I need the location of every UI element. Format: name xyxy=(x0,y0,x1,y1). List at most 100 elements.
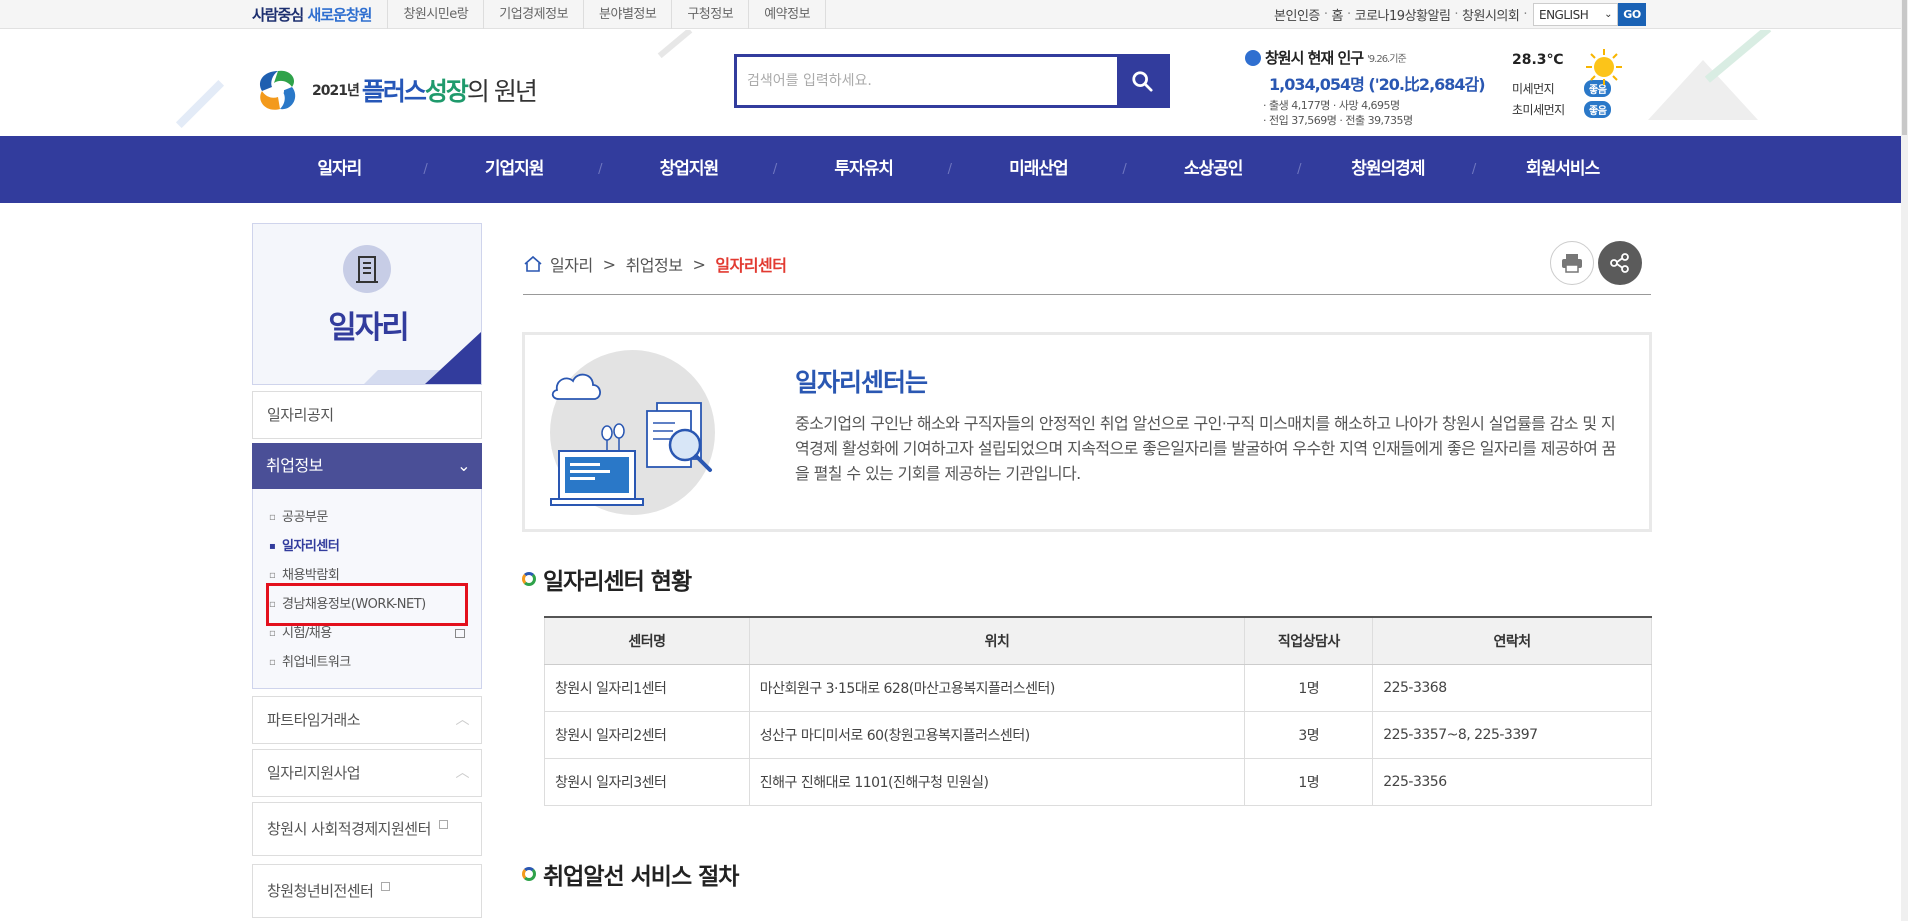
nav-investment[interactable]: 투자유치 xyxy=(776,136,951,203)
counselor-count: 3명 xyxy=(1244,711,1374,759)
building-icon xyxy=(343,245,391,293)
lnb-item-employment-info[interactable]: 취업정보 ⌄ xyxy=(252,443,482,489)
logo-year: 2021년 xyxy=(312,83,360,99)
job-center-table: 센터명 위치 직업상담사 연락처 창원시 일자리1센터 마산회원구 3·15대로… xyxy=(544,616,1652,806)
section-bullet-icon xyxy=(522,867,536,881)
chevron-down-icon: ⌄ xyxy=(1604,9,1612,20)
site-logo[interactable]: 2021년 플러스성장 의 원년 xyxy=(250,65,538,115)
external-link-icon xyxy=(455,629,465,638)
intro-description: 중소기업의 구인난 해소와 구직자들의 안정적인 취업 알선으로 구인·구직 미… xyxy=(795,414,1616,483)
column-header: 직업상담사 xyxy=(1244,616,1373,665)
highlight-box xyxy=(266,583,468,626)
population-total: 1,034,054명 ('20.比2,684감) xyxy=(1269,75,1486,94)
logo-slogan: 플러스성장 xyxy=(361,77,469,106)
lnb-decoration xyxy=(425,332,481,384)
section-title-status: 일자리센터 현황 xyxy=(522,562,692,596)
main-navigation: 일자리 기업지원 창업지원 투자유치 미래산업 소상공인 창원의경제 회원서비스 xyxy=(0,136,1908,203)
population-widget: 창원시 현재 인구 '9.26.기준 1,034,054명 ('20.比2,684… xyxy=(1245,47,1486,128)
utility-link-reservation[interactable]: 예약정보 xyxy=(748,0,827,29)
search-input[interactable] xyxy=(737,57,1117,105)
utility-links: 사람중심 새로운창원 창원시민e랑 기업경제정보 분야별정보 구청정보 예약정보 xyxy=(252,0,827,29)
fine-dust-status-badge: 좋음 xyxy=(1584,101,1612,118)
chevron-up-icon: ︿ xyxy=(455,712,470,728)
table-row: 창원시 일자리2센터 성산구 마디미서로 60(창원고용복지플러스센터) 3명 … xyxy=(544,711,1652,759)
population-moves: · 전입 37,569명 · 전출 39,735명 xyxy=(1263,114,1413,127)
utility-bar: 사람중심 새로운창원 창원시민e랑 기업경제정보 분야별정보 구청정보 예약정보… xyxy=(0,0,1908,29)
lnb-sub-public-sector[interactable]: 공공부문 xyxy=(253,503,481,532)
center-location: 진해구 진해대로 1101(진해구청 민원실) xyxy=(748,758,1246,806)
city-slogan[interactable]: 사람중심 새로운창원 xyxy=(252,4,387,25)
language-go-button[interactable]: GO xyxy=(1618,3,1646,26)
print-button[interactable] xyxy=(1550,241,1594,285)
page-scrollbar[interactable] xyxy=(1901,0,1908,921)
center-contact: 225-3356 xyxy=(1372,758,1652,806)
center-location: 성산구 마디미서로 60(창원고용복지플러스센터) xyxy=(748,711,1246,759)
lnb-sub-network[interactable]: 취업네트워크 xyxy=(253,648,481,677)
counselor-count: 1명 xyxy=(1244,664,1374,712)
utility-link-citizen[interactable]: 창원시민e랑 xyxy=(387,0,483,29)
search-button[interactable] xyxy=(1117,57,1167,105)
nav-startup-support[interactable]: 창업지원 xyxy=(602,136,777,203)
lnb-item-parttime[interactable]: 파트타임거래소 ︿ xyxy=(252,696,482,744)
column-header: 위치 xyxy=(748,616,1245,665)
lnb-item-job-support[interactable]: 일자리지원사업 ︿ xyxy=(252,749,482,797)
link-home[interactable]: 홈 xyxy=(1328,5,1347,24)
scrollbar-thumb[interactable] xyxy=(1902,0,1907,135)
external-link-icon xyxy=(381,882,391,891)
nav-future-industry[interactable]: 미래산업 xyxy=(951,136,1126,203)
home-icon[interactable] xyxy=(523,255,543,273)
external-link-icon xyxy=(438,820,448,829)
chevron-up-icon: ︿ xyxy=(455,765,470,781)
breadcrumb-jobs[interactable]: 일자리 xyxy=(550,252,593,276)
center-contact: 225-3368 xyxy=(1372,664,1652,712)
breadcrumb-current: 일자리센터 xyxy=(715,256,787,275)
link-covid[interactable]: 코로나19상황알림 xyxy=(1351,5,1455,24)
chevron-down-icon: ⌄ xyxy=(457,456,470,475)
job-center-illustration-icon xyxy=(550,373,712,506)
breadcrumb: 일자리 > 취업정보 > 일자리센터 xyxy=(523,252,787,276)
utility-link-field[interactable]: 분야별정보 xyxy=(583,0,671,29)
lnb-sub-job-center[interactable]: 일자리센터 xyxy=(253,532,481,561)
intro-box: 일자리센터는 중소기업의 구인난 해소와 구직자들의 안정적인 취업 알선으로 … xyxy=(522,332,1652,532)
share-icon xyxy=(1610,253,1629,273)
print-icon xyxy=(1562,254,1582,273)
population-title: 창원시 현재 인구 xyxy=(1265,49,1364,67)
weather-widget: 28.3℃ 미세먼지 좋음 초미세먼지 좋음 xyxy=(1512,47,1632,118)
fine-dust-label: 초미세먼지 xyxy=(1512,103,1565,117)
column-header: 센터명 xyxy=(544,616,750,665)
nav-business-support[interactable]: 기업지원 xyxy=(427,136,602,203)
table-row: 창원시 일자리1센터 마산회원구 3·15대로 628(마산고용복지플러스센터)… xyxy=(544,664,1652,712)
city-emblem-icon xyxy=(1245,49,1261,66)
breadcrumb-divider xyxy=(523,294,1651,295)
search-icon xyxy=(1132,71,1153,92)
section-bullet-icon xyxy=(522,572,536,586)
nav-member-service[interactable]: 회원서비스 xyxy=(1475,136,1650,203)
utility-link-economy[interactable]: 기업경제정보 xyxy=(483,0,583,29)
center-name: 창원시 일자리2센터 xyxy=(544,711,750,759)
lnb-item-youth-vision[interactable]: 창원청년비전센터 xyxy=(252,864,482,918)
lnb-item-job-notice[interactable]: 일자리공지 xyxy=(252,391,482,439)
center-contact: 225-3357~8, 225-3397 xyxy=(1372,711,1652,759)
section-title-procedure: 취업알선 서비스 절차 xyxy=(522,857,739,891)
center-location: 마산회원구 3·15대로 628(마산고용복지플러스센터) xyxy=(748,664,1246,712)
utility-link-district[interactable]: 구청정보 xyxy=(671,0,748,29)
nav-changwon-economy[interactable]: 창원의경제 xyxy=(1301,136,1476,203)
breadcrumb-employment-info[interactable]: 취업정보 xyxy=(626,252,683,276)
nav-small-business[interactable]: 소상공인 xyxy=(1126,136,1301,203)
column-header: 연락처 xyxy=(1372,616,1652,665)
dust-label: 미세먼지 xyxy=(1512,82,1555,96)
page-actions xyxy=(1550,241,1642,285)
link-verify[interactable]: 본인인증 xyxy=(1270,5,1324,24)
share-button[interactable] xyxy=(1598,241,1642,285)
nav-jobs[interactable]: 일자리 xyxy=(252,136,427,203)
language-select[interactable]: ENGLISH ⌄ xyxy=(1533,3,1618,26)
city-emblem-icon xyxy=(259,70,296,110)
site-header: 2021년 플러스성장의 원년 창원시 현재 인구'9.26.기준 1,034,… xyxy=(0,30,1908,136)
counselor-count: 1명 xyxy=(1244,758,1374,806)
center-name: 창원시 일자리3센터 xyxy=(544,758,750,806)
link-council[interactable]: 창원시의회 xyxy=(1458,5,1523,24)
center-name: 창원시 일자리1센터 xyxy=(544,664,750,712)
lnb-item-social-economy[interactable]: 창원시 사회적경제지원센터 xyxy=(252,802,482,856)
intro-title: 일자리센터는 xyxy=(795,368,928,397)
utility-right-links: 본인인증 · 홈 · 코로나19상황알림 · 창원시의회 · ENGLISH ⌄ GO xyxy=(1270,0,1646,29)
